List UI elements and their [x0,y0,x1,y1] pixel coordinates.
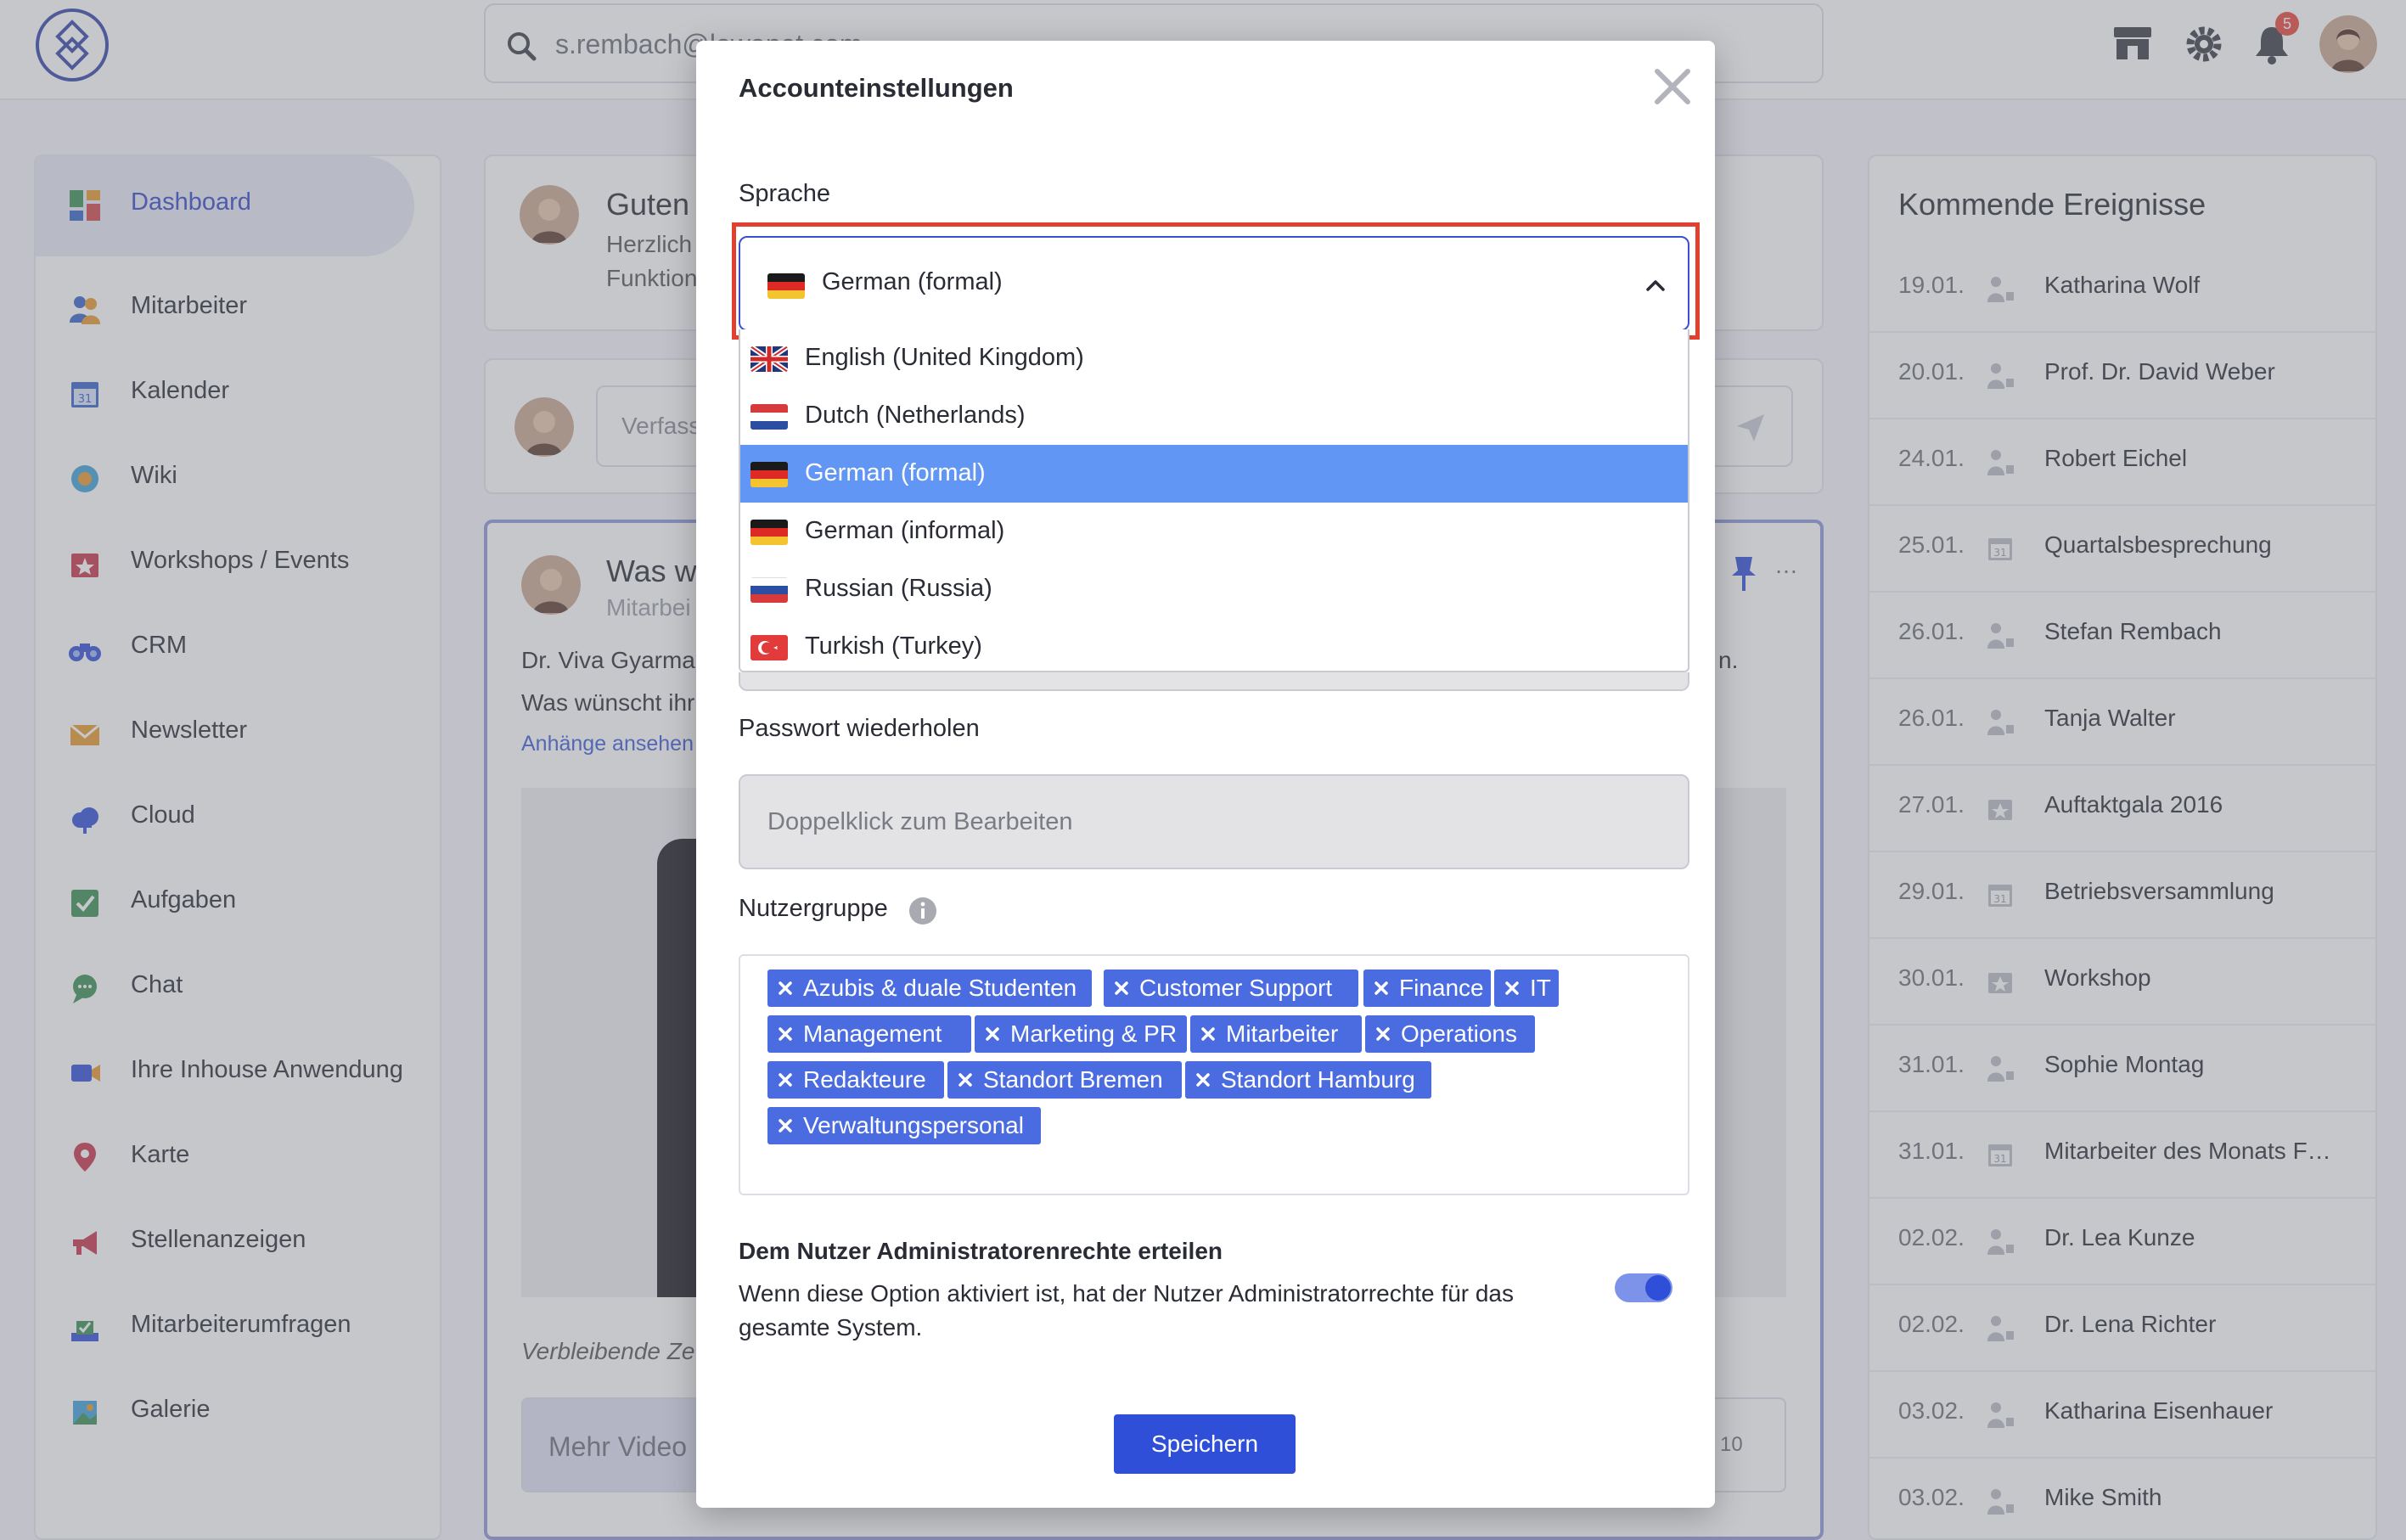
remove-tag-icon[interactable] [956,1071,975,1089]
remove-tag-icon[interactable] [983,1025,1002,1043]
usergroup-tag-label: Mitarbeiter [1226,1020,1339,1047]
language-label: Sprache [739,180,831,207]
usergroup-tag: IT [1494,970,1559,1007]
language-option-de-informal[interactable]: German (informal) [740,503,1688,560]
usergroup-tag: Customer Support [1104,970,1358,1007]
usergroup-tag-label: Finance [1399,975,1484,1001]
usergroup-tag: Marketing & PR [975,1015,1187,1053]
usergroup-tag-label: Customer Support [1139,975,1333,1001]
admin-rights-toggle[interactable] [1615,1273,1672,1302]
usergroup-tag-label: Management [803,1020,942,1047]
close-icon[interactable] [1650,65,1695,109]
usergroup-tag: Azubis & duale Studenten [767,970,1092,1007]
language-selected-value: German (formal) [822,268,1003,295]
flag-tr-icon [750,635,788,660]
language-option-ru[interactable]: Russian (Russia) [740,560,1688,618]
remove-tag-icon[interactable] [1372,979,1391,998]
language-option-de-formal[interactable]: German (formal) [740,445,1688,503]
language-dropdown: English (United Kingdom) Dutch (Netherla… [739,329,1689,672]
remove-tag-icon[interactable] [776,1025,795,1043]
remove-tag-icon[interactable] [776,1071,795,1089]
usergroup-tag-label: Marketing & PR [1010,1020,1178,1047]
usergroup-tag-label: Verwaltungspersonal [803,1112,1024,1138]
usergroup-tag: Standort Hamburg [1185,1061,1431,1099]
language-option-en-gb[interactable]: English (United Kingdom) [740,329,1688,387]
info-icon[interactable] [908,896,937,925]
password-repeat-label: Passwort wiederholen [739,715,980,742]
admin-rights-description: Wenn diese Option aktiviert ist, hat der… [739,1280,1515,1340]
password-field-edge [739,672,1689,691]
flag-ru-icon [750,577,788,603]
usergroup-tags-input[interactable]: Azubis & duale Studenten Customer Support… [739,954,1689,1195]
usergroup-tag-label: Standort Hamburg [1221,1066,1415,1093]
flag-nl-icon [750,404,788,430]
usergroup-tag-label: Standort Bremen [983,1066,1163,1093]
remove-tag-icon[interactable] [1503,979,1521,998]
usergroup-tag: Mitarbeiter [1190,1015,1362,1053]
usergroup-tag: Finance [1363,970,1491,1007]
chevron-up-icon [1646,280,1665,291]
remove-tag-icon[interactable] [776,979,795,998]
usergroup-tag: Management [767,1015,971,1053]
usergroup-tag: Standort Bremen [947,1061,1182,1099]
flag-de-icon [750,462,788,487]
remove-tag-icon[interactable] [1199,1025,1217,1043]
account-settings-modal: Accounteinstellungen Sprache German (for… [696,41,1715,1508]
modal-title: Accounteinstellungen [739,73,1014,103]
remove-tag-icon[interactable] [1374,1025,1392,1043]
remove-tag-icon[interactable] [1194,1071,1212,1089]
flag-gb-icon [750,346,788,372]
usergroup-tag-label: Operations [1401,1020,1517,1047]
admin-rights-title: Dem Nutzer Administratorenrechte erteile… [739,1238,1223,1264]
usergroup-tag-label: Azubis & duale Studenten [803,975,1077,1001]
usergroup-tag-label: IT [1530,975,1551,1001]
usergroup-tag-label: Redakteure [803,1066,926,1093]
flag-de-icon [767,273,805,299]
language-select[interactable]: German (formal) [739,236,1689,331]
flag-de-icon [750,520,788,545]
language-option-nl[interactable]: Dutch (Netherlands) [740,387,1688,445]
usergroup-tag: Verwaltungspersonal [767,1107,1041,1144]
remove-tag-icon[interactable] [1112,979,1131,998]
usergroup-tag: Redakteure [767,1061,944,1099]
password-repeat-input[interactable]: Doppelklick zum Bearbeiten [739,774,1689,869]
language-option-tr[interactable]: Turkish (Turkey) [740,618,1688,671]
remove-tag-icon[interactable] [776,1116,795,1135]
usergroup-tag: Operations [1365,1015,1535,1053]
usergroup-label: Nutzergruppe [739,895,888,922]
save-button[interactable]: Speichern [1114,1414,1296,1474]
